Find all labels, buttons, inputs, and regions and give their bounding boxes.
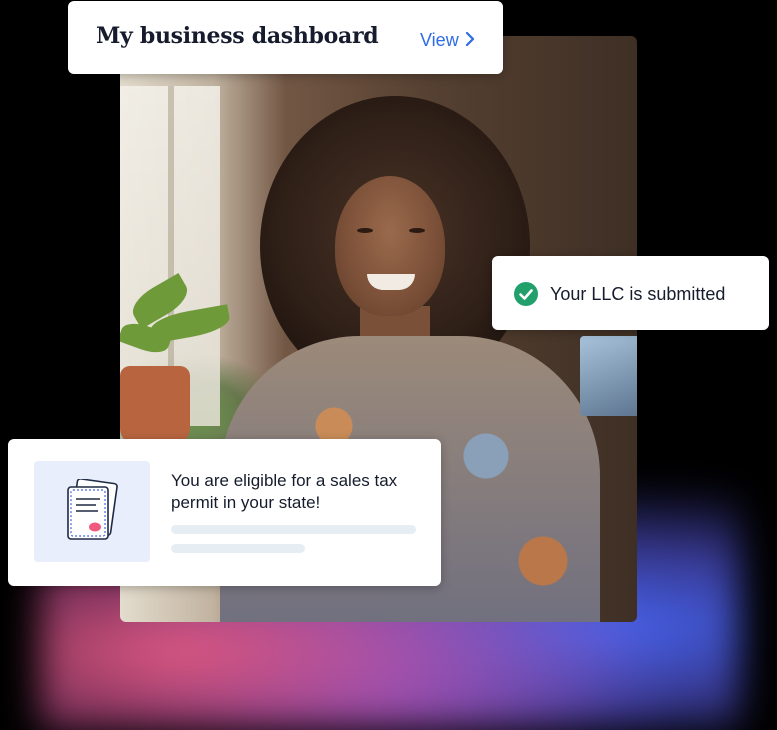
placeholder-bar	[171, 525, 416, 534]
certificate-icon	[67, 479, 118, 540]
dashboard-card: My business dashboard View	[68, 1, 503, 74]
check-circle-icon	[514, 282, 538, 306]
view-dashboard-link[interactable]: View	[420, 30, 475, 51]
llc-status-text: Your LLC is submitted	[550, 284, 726, 304]
chevron-right-icon	[465, 30, 475, 51]
placeholder-bar	[171, 544, 305, 553]
permit-eligibility-card: You are eligible for a sales tax permit …	[8, 439, 441, 586]
view-link-label: View	[420, 30, 459, 50]
laptop	[580, 336, 637, 416]
plant-pot	[120, 366, 190, 446]
dashboard-title: My business dashboard	[96, 23, 379, 49]
permit-illustration	[34, 461, 150, 562]
permit-message: You are eligible for a sales tax permit …	[171, 471, 398, 512]
llc-status-card: Your LLC is submitted	[492, 256, 769, 330]
